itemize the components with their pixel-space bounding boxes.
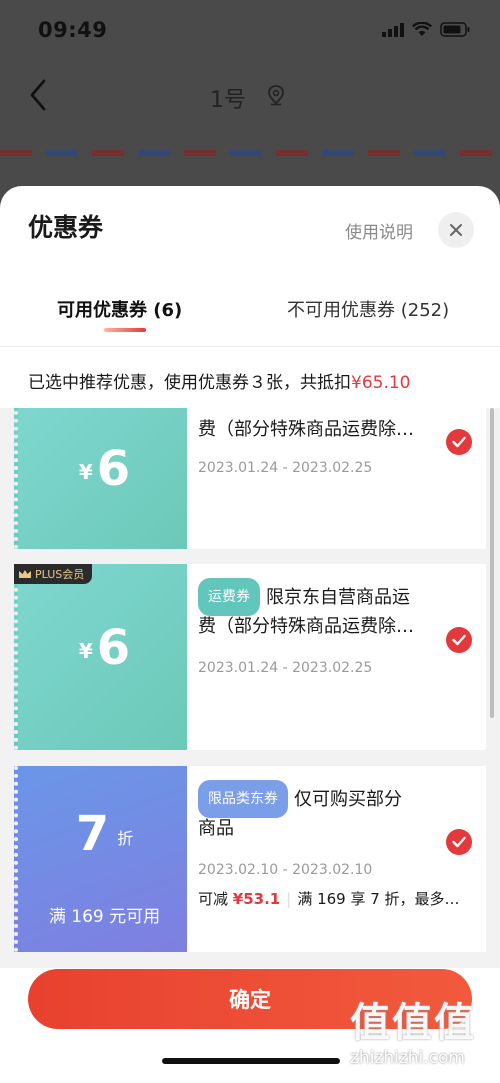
status-icons bbox=[382, 22, 470, 37]
location-pin-icon bbox=[268, 85, 284, 106]
checkmark-icon bbox=[452, 436, 466, 448]
coupon-card[interactable]: ¥6 PLUS会员 运费券 限京东自营商品运 费（部分特殊商品运费除… 2023.… bbox=[14, 564, 486, 750]
currency-symbol: ¥ bbox=[78, 460, 93, 484]
coupon-description-line2: 费（部分特殊商品运费除… bbox=[198, 616, 414, 637]
page-title: 1号 bbox=[210, 88, 246, 113]
coupon-value-panel: 7折 满 169 元可用 bbox=[14, 766, 187, 952]
coupon-description: 费（部分特殊商品运费除… bbox=[198, 419, 414, 440]
selected-checkbox[interactable] bbox=[446, 429, 472, 455]
currency-symbol: ¥ bbox=[78, 639, 93, 663]
watermark-logo: 值值值 bbox=[350, 1000, 476, 1046]
coupon-sheet: 优惠券 使用说明 可用优惠券 (6) 不可用优惠券 (252) 已选中推荐优惠，… bbox=[0, 186, 500, 1083]
saving-rule: 满 169 享 7 折，最多… bbox=[297, 890, 460, 908]
status-time: 09:49 bbox=[38, 18, 108, 42]
background-page: 09:49 1号 bbox=[0, 0, 500, 200]
coupon-list[interactable]: ¥6 费（部分特殊商品运费除… 2023.01.24 - 2023.02.25 … bbox=[0, 408, 500, 968]
coupon-amount: ¥6 bbox=[18, 441, 191, 497]
coupon-amount: 7折 bbox=[18, 806, 191, 862]
saving-label: 可减 bbox=[198, 890, 229, 908]
watermark-url: zhizhizhi.com bbox=[350, 1048, 465, 1068]
close-button[interactable] bbox=[438, 212, 474, 248]
coupon-card[interactable]: ¥6 费（部分特殊商品运费除… 2023.01.24 - 2023.02.25 bbox=[14, 408, 486, 549]
checkmark-icon bbox=[452, 836, 466, 848]
saving-amount: ¥53.1 bbox=[232, 890, 281, 908]
coupon-validity: 2023.01.24 - 2023.02.25 bbox=[198, 460, 373, 476]
checkmark-icon bbox=[452, 634, 466, 646]
wifi-icon bbox=[412, 22, 432, 36]
site-watermark: 值值值 zhizhizhi.com bbox=[350, 990, 490, 1080]
back-arrow-icon[interactable] bbox=[28, 78, 48, 112]
amount-value: 6 bbox=[96, 441, 131, 497]
tab-available-coupons[interactable]: 可用优惠券 (6) bbox=[57, 296, 182, 322]
coupon-value-panel: ¥6 bbox=[14, 408, 187, 549]
coupon-saving: 可减 ¥53.1 | 满 169 享 7 折，最多… bbox=[198, 888, 460, 909]
coupon-validity: 2023.01.24 - 2023.02.25 bbox=[198, 660, 373, 676]
envelope-stripe bbox=[0, 150, 500, 156]
discount-unit: 折 bbox=[117, 829, 134, 848]
coupon-tabs: 可用优惠券 (6) 不可用优惠券 (252) bbox=[0, 286, 500, 348]
tab-unavailable-coupons[interactable]: 不可用优惠券 (252) bbox=[287, 296, 449, 322]
plus-badge-label: PLUS会员 bbox=[35, 568, 85, 581]
close-icon bbox=[450, 224, 462, 236]
status-bar: 09:49 bbox=[0, 0, 500, 62]
crown-icon bbox=[19, 570, 31, 578]
coupon-value-panel: ¥6 bbox=[14, 564, 187, 750]
selected-checkbox[interactable] bbox=[446, 829, 472, 855]
saving-separator: | bbox=[286, 890, 292, 908]
selection-summary: 已选中推荐优惠，使用优惠券３张，共抵扣¥65.10 bbox=[28, 368, 410, 393]
coupon-card[interactable]: 7折 满 169 元可用 限品类东券 仅可购买部分 商品 2023.02.10 -… bbox=[14, 766, 486, 952]
sheet-title: 优惠券 bbox=[28, 213, 104, 242]
summary-text: 已选中推荐优惠，使用优惠券３张，共抵扣 bbox=[28, 373, 351, 393]
coupon-description-line2: 商品 bbox=[198, 818, 234, 839]
discount-value: 7 bbox=[75, 806, 110, 862]
selected-checkbox[interactable] bbox=[446, 627, 472, 653]
tabs-divider bbox=[0, 346, 500, 347]
scrollbar[interactable] bbox=[490, 408, 494, 718]
coupon-condition: 满 169 元可用 bbox=[48, 907, 161, 927]
home-indicator[interactable] bbox=[162, 1058, 340, 1064]
amount-value: 6 bbox=[96, 620, 131, 676]
nav-bar: 1号 bbox=[0, 62, 500, 132]
usage-instructions-link[interactable]: 使用说明 bbox=[345, 218, 413, 243]
signal-icon bbox=[382, 22, 404, 37]
coupon-validity: 2023.02.10 - 2023.02.10 bbox=[198, 862, 373, 878]
plus-member-badge: PLUS会员 bbox=[14, 564, 93, 584]
summary-amount: ¥65.10 bbox=[351, 373, 411, 393]
battery-icon bbox=[440, 22, 470, 37]
coupon-description-text: 限京东自营商品运 bbox=[266, 587, 410, 608]
coupon-description-text: 仅可购买部分 bbox=[294, 789, 402, 810]
active-tab-indicator bbox=[104, 328, 146, 332]
coupon-amount: ¥6 bbox=[18, 620, 191, 676]
